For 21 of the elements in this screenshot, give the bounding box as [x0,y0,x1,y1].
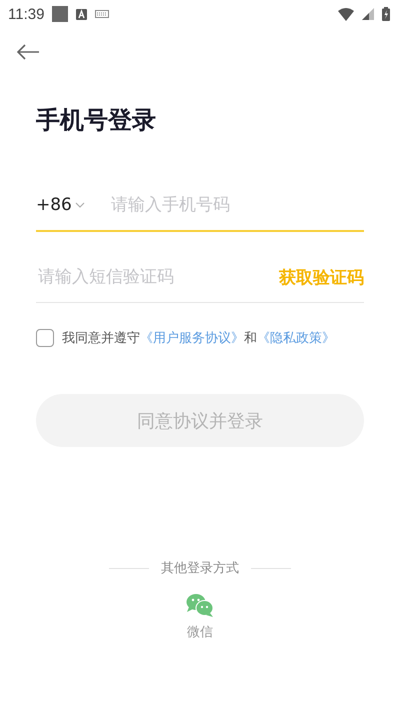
status-time: 11:39 [8,6,44,22]
phone-field[interactable]: +86 请输入手机号码 [36,180,364,232]
signal-icon [362,8,374,20]
chevron-down-icon [74,202,85,208]
app-icon [76,8,88,20]
code-field[interactable]: 请输入短信验证码 获取验证码 [36,252,364,303]
other-login-heading: 其他登录方式 [161,560,239,577]
keyboard-icon [95,10,110,18]
get-code-button[interactable]: 获取验证码 [279,266,364,288]
page-title: 手机号登录 [36,105,157,136]
agreement-text: 我同意并遵守《用户服务协议》和《隐私政策》 [62,330,335,347]
agreement-link[interactable]: 《用户服务协议》 [140,331,244,346]
notification-icon [52,6,68,22]
wechat-label[interactable]: 微信 [187,623,213,641]
back-arrow-icon[interactable] [16,44,40,60]
wifi-icon [338,8,354,20]
country-code-selector[interactable]: +86 [36,195,85,215]
agreement-checkbox[interactable] [36,329,54,347]
battery-icon [382,7,390,21]
agreement-link[interactable]: 《隐私政策》 [257,331,335,346]
chat-bubbles-icon[interactable] [186,593,214,617]
